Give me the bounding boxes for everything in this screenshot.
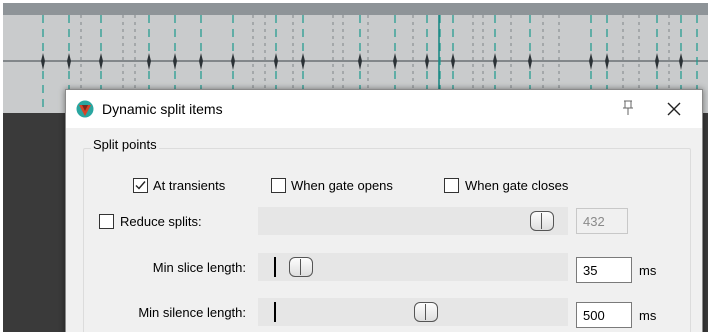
when-gate-closes-label[interactable]: When gate closes xyxy=(465,178,568,193)
pin-icon[interactable] xyxy=(619,99,637,117)
reaper-logo-icon xyxy=(76,100,94,118)
at-transients-label[interactable]: At transients xyxy=(153,178,225,193)
reduce-splits-label[interactable]: Reduce splits: xyxy=(120,214,202,229)
slider-zero-marker xyxy=(274,302,276,322)
transient-peak xyxy=(358,53,362,70)
transient-peak xyxy=(589,53,593,70)
transient-peak xyxy=(41,53,45,70)
dialog-title: Dynamic split items xyxy=(102,101,223,117)
min-silence-length-label: Min silence length: xyxy=(138,305,246,320)
transient-peak xyxy=(605,53,609,70)
transient-peak xyxy=(147,53,151,70)
transient-peak xyxy=(231,53,235,70)
transient-peak xyxy=(301,53,305,70)
min-slice-length-label: Min slice length: xyxy=(152,260,246,275)
track-header-strip xyxy=(3,3,708,15)
transient-peak xyxy=(425,53,429,70)
transient-peak xyxy=(67,53,71,70)
transient-peak xyxy=(528,53,532,70)
split-points-label: Split points xyxy=(91,137,159,152)
transient-peak xyxy=(451,53,455,70)
arrange-view-background: Dynamic split items Split points At tran… xyxy=(3,3,708,332)
min-slice-length-field[interactable]: 35 xyxy=(576,257,632,283)
at-transients-checkbox[interactable] xyxy=(133,178,148,193)
transient-peak xyxy=(274,53,278,70)
min-silence-length-slider[interactable] xyxy=(258,298,568,326)
min-slice-length-slider-thumb[interactable] xyxy=(289,257,314,277)
transient-peak xyxy=(199,53,203,70)
checkmark-icon xyxy=(135,181,146,190)
min-silence-length-field[interactable]: 500 xyxy=(576,302,632,328)
dynamic-split-dialog: Dynamic split items Split points At tran… xyxy=(65,89,703,332)
transient-peak xyxy=(655,53,659,70)
min-silence-length-unit: ms xyxy=(639,308,657,323)
when-gate-closes-checkbox[interactable] xyxy=(444,178,459,193)
transient-peak xyxy=(173,53,177,70)
transient-peak xyxy=(493,53,497,70)
dialog-titlebar[interactable]: Dynamic split items xyxy=(66,90,702,128)
when-gate-opens-label[interactable]: When gate opens xyxy=(291,178,393,193)
transient-peak xyxy=(679,53,683,70)
min-silence-length-slider-thumb[interactable] xyxy=(414,302,438,322)
reduce-splits-checkbox[interactable] xyxy=(99,214,114,229)
slider-zero-marker xyxy=(274,257,276,277)
transient-peak xyxy=(99,53,103,70)
transient-peak xyxy=(393,53,397,70)
reduce-splits-slider-thumb[interactable] xyxy=(529,211,554,231)
min-slice-length-slider[interactable] xyxy=(258,253,568,281)
min-slice-length-unit: ms xyxy=(639,263,657,278)
reduce-splits-value-field: 432 xyxy=(576,208,628,234)
when-gate-opens-checkbox[interactable] xyxy=(271,178,286,193)
close-icon[interactable] xyxy=(664,99,684,119)
reduce-splits-slider[interactable] xyxy=(258,207,568,235)
